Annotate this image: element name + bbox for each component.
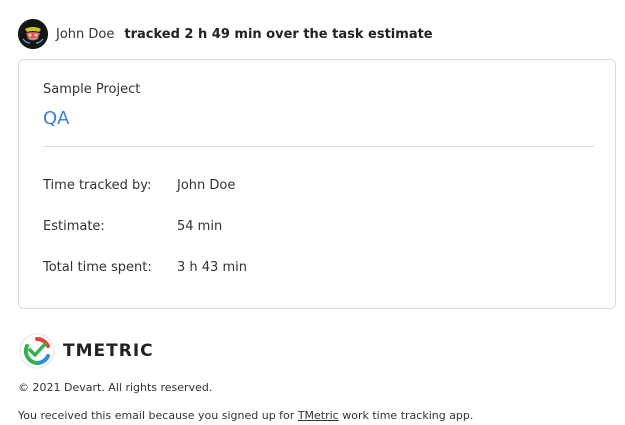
logo-wordmark: TMETRIC	[63, 341, 154, 361]
task-summary-card: Sample Project QA Time tracked by: John …	[18, 59, 616, 309]
detail-label: Time tracked by:	[43, 178, 152, 193]
footer-note-text: You received this email because you sign…	[18, 409, 298, 422]
divider	[43, 146, 594, 147]
avatar	[18, 19, 48, 49]
detail-value: John Doe	[177, 178, 236, 193]
task-name: QA	[43, 108, 70, 129]
detail-value: 3 h 43 min	[177, 260, 247, 275]
tmetric-logo-icon	[19, 333, 55, 369]
footer-note-text-end: work time tracking app.	[338, 409, 474, 422]
detail-value: 54 min	[177, 219, 223, 234]
detail-label: Estimate:	[43, 219, 105, 234]
footer-note: You received this email because you sign…	[18, 409, 473, 422]
tmetric-link[interactable]: TMetric	[298, 409, 339, 422]
email-page: John Doe tracked 2 h 49 min over the tas…	[0, 0, 625, 425]
notification-title: tracked 2 h 49 min over the task estimat…	[124, 26, 433, 42]
project-name: Sample Project	[43, 82, 141, 97]
user-name: John Doe	[56, 26, 115, 42]
notification-header: John Doe tracked 2 h 49 min over the tas…	[18, 18, 433, 50]
copyright-text: © 2021 Devart. All rights reserved.	[18, 381, 213, 394]
detail-label: Total time spent:	[43, 260, 152, 275]
tmetric-logo[interactable]: TMETRIC	[19, 333, 154, 369]
